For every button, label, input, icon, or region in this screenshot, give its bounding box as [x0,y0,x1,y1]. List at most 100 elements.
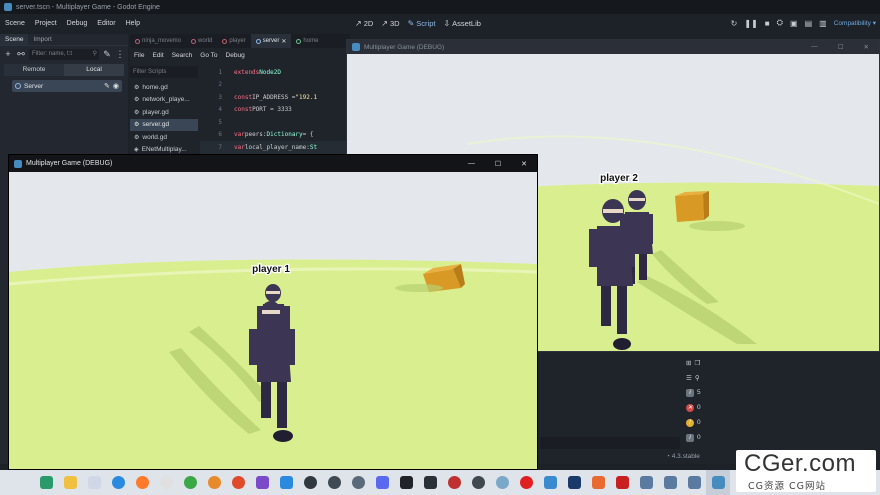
script-menu-edit[interactable]: Edit [148,52,167,59]
etab-ninja[interactable]: ninja_movemo [130,34,186,48]
code-line[interactable]: 5 [200,116,350,129]
taskbar-app[interactable] [202,470,226,495]
workspace-script[interactable]: ✎ Script [408,19,436,28]
workspace-2d[interactable]: ↗ 2D [355,19,373,28]
run-custom-icon[interactable]: ▥ [819,19,827,28]
search-icon[interactable]: ⚲ [695,374,700,382]
taskbar-app[interactable] [346,470,370,495]
menu-debug[interactable]: Debug [62,20,93,27]
close-icon[interactable]: ✕ [521,160,527,168]
scene-filter-input[interactable]: Filter: name, t:t ⚲ [29,48,99,60]
taskbar-app[interactable] [658,470,682,495]
taskbar-app[interactable] [538,470,562,495]
message-count-row[interactable]: i0 [682,430,712,445]
script-menu-goto[interactable]: Go To [196,52,221,59]
script-item[interactable]: ⚙ network_playe... [130,94,198,107]
local-tab[interactable]: Local [64,64,124,76]
reload-icon[interactable]: ↻ [731,19,738,28]
taskbar-app[interactable] [58,470,82,495]
log-count-row[interactable]: i5 [682,385,712,400]
game-window-titlebar[interactable]: Multiplayer Game (DEBUG) — ☐ ✕ [347,40,879,54]
script-menu-file[interactable]: File [130,52,148,59]
code-area[interactable]: 1 extends Node2D 2 3 const IP_ADDRESS = "192… [200,66,350,154]
workspace-3d[interactable]: ↗ 3D [381,19,399,28]
taskbar-app[interactable] [298,470,322,495]
taskbar-app[interactable] [466,470,490,495]
taskbar-app[interactable] [634,470,658,495]
script-item[interactable]: ⚙ world.gd [130,131,198,144]
taskbar-app[interactable] [322,470,346,495]
menu-editor[interactable]: Editor [92,20,120,27]
taskbar-app[interactable] [442,470,466,495]
game-window-titlebar[interactable]: Multiplayer Game (DEBUG) — ☐ ✕ [9,155,537,172]
taskbar-app[interactable] [682,470,706,495]
link-icon[interactable]: ⚯ [16,49,26,60]
etab-world[interactable]: world [186,34,217,48]
taskbar-app[interactable] [178,470,202,495]
warning-count-row[interactable]: ! 0 [682,415,712,430]
tree-node-server[interactable]: Server ✎ ◉ [12,80,122,92]
taskbar-app[interactable] [274,470,298,495]
code-line[interactable]: 7 var local_player_name: St [200,141,350,154]
code-line[interactable]: 6 var peers: Dictionary = { [200,129,350,142]
script-item[interactable]: ⚙ server.gd [130,118,198,131]
game-window-player1[interactable]: Multiplayer Game (DEBUG) — ☐ ✕ player 1 [8,154,538,470]
script-item[interactable]: ⚙ home.gd [130,81,198,94]
taskbar-app[interactable] [154,470,178,495]
menu-project[interactable]: Project [30,20,62,27]
pause-icon[interactable]: ❚❚ [744,19,757,28]
taskbar-app[interactable] [514,470,538,495]
script-attach-icon[interactable]: ✎ [102,49,112,60]
maximize-icon[interactable]: ☐ [495,160,501,168]
game-viewport-player1[interactable]: player 1 [9,172,537,469]
etab-player[interactable]: player [217,34,250,48]
script-menu-search[interactable]: Search [168,52,197,59]
etab-home[interactable]: home [291,34,323,48]
script-item[interactable]: ⚙ player.gd [130,106,198,119]
script-icon[interactable]: ✎ [104,82,110,90]
renderer-select[interactable]: Compatibility ▾ [834,19,876,27]
output-filter-input[interactable] [540,437,680,449]
taskbar-app[interactable] [610,470,634,495]
taskbar-app[interactable] [490,470,514,495]
code-line[interactable]: 4 const PORT = 3333 [200,104,350,117]
menu-scene[interactable]: Scene [0,20,30,27]
script-menu-debug[interactable]: Debug [222,52,249,59]
taskbar-app[interactable] [130,470,154,495]
code-line[interactable]: 1 extends Node2D [200,66,350,79]
taskbar-app[interactable] [586,470,610,495]
minimize-icon[interactable]: — [811,43,818,51]
taskbar-app[interactable] [418,470,442,495]
add-node-icon[interactable]: + [3,49,13,59]
tab-scene[interactable]: Scene [0,34,29,45]
close-icon[interactable]: ✕ [281,38,286,45]
menu-help[interactable]: Help [121,20,145,27]
stop-icon[interactable]: ■ [765,19,770,28]
workspace-assetlib[interactable]: ⇩ AssetLib [443,19,480,28]
code-line[interactable]: 2 [200,79,350,92]
taskbar-app[interactable] [394,470,418,495]
code-line[interactable]: 3 const IP_ADDRESS = "192.1 [200,91,350,104]
filter-icon[interactable]: ☰ [686,374,692,382]
taskbar-app[interactable] [106,470,130,495]
close-icon[interactable]: ✕ [864,43,869,51]
minimize-icon[interactable]: — [468,160,475,168]
taskbar-app[interactable] [370,470,394,495]
copy-icon[interactable]: ❐ [694,359,700,367]
taskbar-app[interactable] [562,470,586,495]
pin-icon[interactable]: ⊞ [686,359,691,367]
taskbar-app[interactable] [82,470,106,495]
visibility-eye-icon[interactable]: ◉ [113,82,119,90]
taskbar-app[interactable] [226,470,250,495]
run-scene-icon[interactable]: ▤ [805,19,813,28]
taskbar-app[interactable] [34,470,58,495]
taskbar-app[interactable] [250,470,274,495]
error-count-row[interactable]: ✕ 0 [682,400,712,415]
kebab-menu-icon[interactable]: ⋮ [115,49,125,60]
etab-server[interactable]: server ✕ [250,34,292,48]
remote-debug-icon[interactable]: ⛭ [777,18,783,28]
maximize-icon[interactable]: ☐ [838,43,844,51]
movie-icon[interactable]: ▣ [790,19,798,28]
scripts-filter-input[interactable]: Filter Scripts [130,66,198,78]
taskbar-app-active[interactable] [706,470,730,495]
